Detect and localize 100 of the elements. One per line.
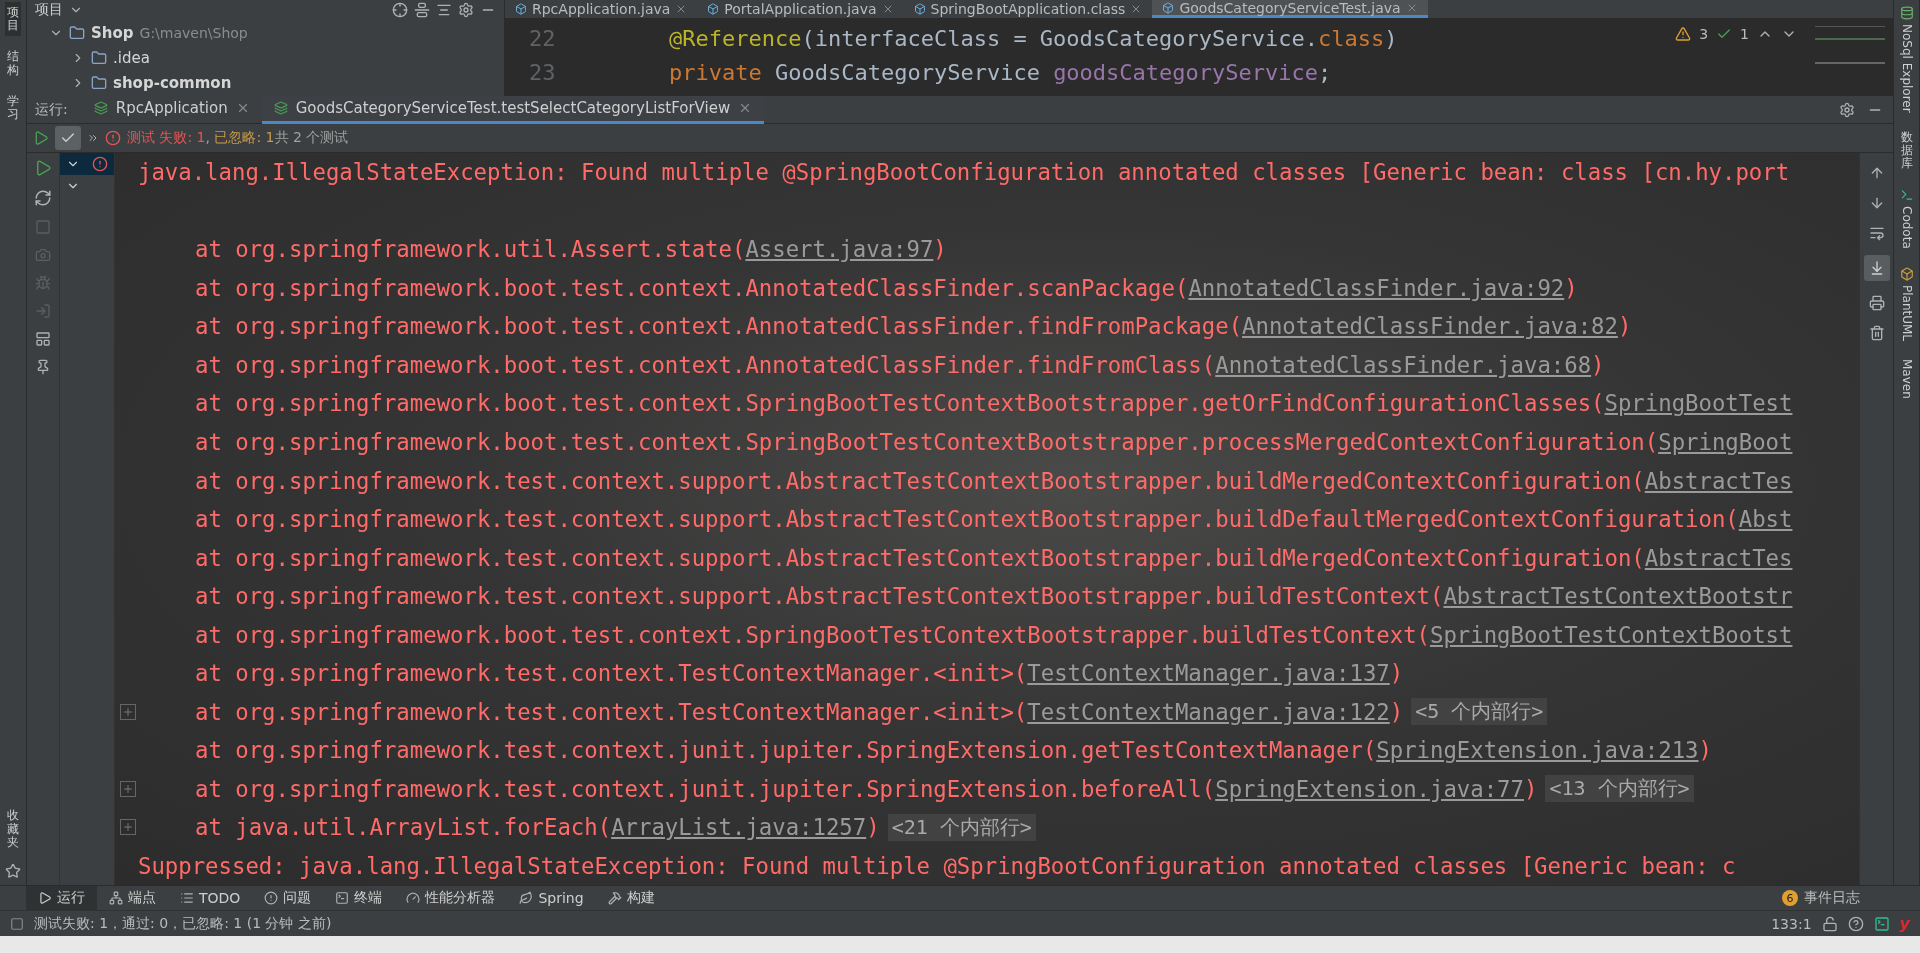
code-line: @Reference(interfaceClass = GoodsCategoryService.class) bbox=[669, 25, 1398, 53]
star-icon bbox=[5, 863, 21, 879]
run-icon[interactable] bbox=[33, 130, 49, 146]
editor-tab[interactable]: PortalApplication.java bbox=[697, 0, 904, 18]
source-link[interactable]: SpringBootTest bbox=[1604, 390, 1793, 417]
trash-icon[interactable] bbox=[1868, 325, 1885, 341]
scroll-to-end-toggle[interactable] bbox=[1863, 255, 1890, 281]
source-link[interactable]: TestContextManager.java:122 bbox=[1027, 698, 1390, 725]
wrap-icon[interactable] bbox=[1868, 225, 1885, 241]
terminal-icon bbox=[335, 891, 350, 905]
layout-icon[interactable] bbox=[35, 331, 51, 347]
source-link[interactable]: SpringExtension.java:213 bbox=[1376, 737, 1699, 764]
tree-item[interactable]: shop-common bbox=[113, 73, 232, 92]
side-tab[interactable]: 学习 bbox=[5, 90, 21, 126]
cursor-position[interactable]: 133:1 bbox=[1771, 915, 1812, 932]
stack-frame-end: ) bbox=[866, 814, 880, 841]
stack-frame: at org.springframework.test.context.TestContextManager.<init>( bbox=[195, 660, 1028, 687]
stack-frame: at org.springframework.util.Assert.state( bbox=[195, 236, 746, 263]
stack-frame: at org.springframework.boot.test.context.SpringBootTestContextBootstrapper.processMergedContextConfiguration( bbox=[195, 429, 1659, 455]
database-icon bbox=[1899, 6, 1914, 20]
stack-frame-end: ) bbox=[1698, 737, 1712, 764]
stack-frame-end: ) bbox=[1389, 660, 1404, 687]
side-tab[interactable]: Maven bbox=[1897, 355, 1916, 403]
tool-window-tab[interactable]: Spring bbox=[507, 885, 596, 911]
rerun-failed-icon[interactable] bbox=[34, 159, 52, 177]
editor-tab[interactable]: GoodsCategoryServiceTest.java bbox=[1152, 0, 1428, 18]
stack-frame: at java.util.ArrayList.forEach( bbox=[195, 814, 612, 841]
tool-window-tab[interactable]: 问题 bbox=[252, 885, 324, 911]
run-label: 运行: bbox=[34, 100, 69, 119]
more-icon[interactable] bbox=[87, 132, 99, 144]
side-tab[interactable]: PlantUML bbox=[1897, 263, 1916, 346]
error-icon bbox=[92, 156, 108, 172]
folded-lines[interactable]: <21 个内部行> bbox=[887, 813, 1036, 841]
tree-item[interactable]: .idea bbox=[113, 48, 150, 67]
source-link[interactable]: TestContextManager.java:137 bbox=[1027, 660, 1390, 687]
stack-frame-end: ) bbox=[1523, 775, 1538, 802]
run-tab[interactable]: RpcApplication bbox=[81, 95, 262, 124]
editor-tab[interactable]: RpcApplication.java bbox=[505, 0, 698, 18]
test-tree-row[interactable] bbox=[60, 153, 114, 175]
stack-frame: at org.springframework.boot.test.context.SpringBootTestContextBootstrapper.buildTestContext( bbox=[195, 621, 1430, 648]
stack-frame: at org.springframework.test.context.junit.jupiter.SpringExtension.getTestContextManager( bbox=[195, 737, 1377, 764]
tool-window-tab[interactable]: 构建 bbox=[595, 885, 667, 911]
source-link[interactable]: Assert.java:97 bbox=[745, 236, 934, 263]
cube-icon bbox=[1899, 267, 1914, 281]
unlock-icon[interactable] bbox=[1821, 915, 1838, 932]
folded-lines[interactable]: <5 个内部行> bbox=[1411, 698, 1548, 726]
pin-icon[interactable] bbox=[35, 359, 51, 375]
terminal-icon[interactable] bbox=[1873, 915, 1890, 932]
tool-window-tab[interactable]: 性能分析器 bbox=[394, 885, 508, 911]
side-tab[interactable]: NoSql Explorer bbox=[1897, 2, 1916, 117]
stack-frame: at org.springframework.test.context.support.AbstractTestContextBootstrapper.buildDefaultMergedContextConfiguration( bbox=[195, 506, 1739, 533]
tool-window-tab[interactable]: TODO bbox=[168, 885, 253, 911]
error-message: java.lang.IllegalStateException: Found multiple @SpringBootConfiguration annotated classes [Generic bean: class [cn.hy.port bbox=[138, 159, 1790, 186]
side-tab[interactable]: Codota bbox=[1897, 184, 1916, 253]
source-link[interactable]: AbstractTes bbox=[1644, 544, 1793, 571]
stack-frame: at org.springframework.boot.test.context.AnnotatedClassFinder.findFromPackage( bbox=[195, 313, 1243, 340]
weak-warning-count[interactable]: 1 bbox=[1740, 26, 1749, 42]
stack-frame: at org.springframework.boot.test.context.AnnotatedClassFinder.scanPackage( bbox=[195, 274, 1189, 301]
tree-item[interactable]: Shop bbox=[91, 23, 134, 42]
tool-window-tab[interactable]: 端点 bbox=[97, 885, 168, 911]
editor-tab[interactable]: SpringBootApplication.class bbox=[903, 0, 1153, 18]
error-icon bbox=[105, 130, 121, 146]
list-icon bbox=[180, 891, 194, 905]
side-tab[interactable]: 项目 bbox=[5, 2, 21, 37]
warning-count[interactable]: 3 bbox=[1699, 26, 1709, 42]
event-log-tab[interactable]: 事件日志 bbox=[1804, 889, 1860, 907]
source-link[interactable]: Abst bbox=[1738, 506, 1793, 533]
rerun-icon[interactable] bbox=[34, 189, 52, 207]
folder-icon bbox=[91, 49, 107, 66]
tool-window-tab[interactable]: 终端 bbox=[323, 885, 395, 911]
stack-frame: at org.springframework.test.context.TestContextManager.<init>( bbox=[195, 698, 1028, 725]
side-tab[interactable]: 数据库 bbox=[1898, 126, 1915, 175]
settings-icon[interactable] bbox=[458, 2, 474, 18]
settings-icon[interactable] bbox=[1839, 101, 1855, 118]
show-passed-toggle[interactable] bbox=[55, 126, 81, 150]
source-link[interactable]: AbstractTestContextBootstr bbox=[1443, 583, 1793, 610]
line-number: 22 bbox=[529, 25, 557, 53]
run-tab[interactable]: GoodsCategoryServiceTest.testSelectCategoryListForView bbox=[261, 95, 765, 124]
gauge-icon bbox=[406, 891, 421, 905]
terminal-icon bbox=[1899, 188, 1914, 203]
panel-title[interactable]: 项目 bbox=[35, 1, 63, 19]
run-icon bbox=[38, 891, 52, 905]
tool-window-tab[interactable]: 运行 bbox=[26, 885, 97, 911]
side-tab[interactable]: 结构 bbox=[5, 46, 21, 81]
source-link[interactable]: AnnotatedClassFinder.java:82 bbox=[1242, 313, 1618, 340]
source-link[interactable]: SpringExtension.java:77 bbox=[1215, 775, 1524, 802]
source-link[interactable]: AnnotatedClassFinder.java:68 bbox=[1215, 351, 1592, 378]
error-message: Suppressed: java.lang.IllegalStateException: Found multiple @SpringBootConfiguration annotated classes [Generic bean: c bbox=[138, 852, 1736, 879]
source-link[interactable]: SpringBootTestContextBootst bbox=[1430, 621, 1793, 648]
help-icon[interactable] bbox=[1847, 915, 1864, 932]
panel-icon[interactable] bbox=[10, 916, 24, 931]
source-link[interactable]: AnnotatedClassFinder.java:92 bbox=[1188, 274, 1565, 301]
side-tab[interactable]: 收藏夹 bbox=[5, 805, 21, 853]
printer-icon[interactable] bbox=[1868, 295, 1885, 311]
crosshair-icon[interactable] bbox=[392, 2, 408, 18]
status-message: 测试失败: 1，通过: 0，已忽略: 1 (1 分钟 之前) bbox=[34, 914, 332, 933]
source-link[interactable]: AbstractTes bbox=[1644, 467, 1793, 494]
source-link[interactable]: ArrayList.java:1257 bbox=[611, 814, 867, 841]
folded-lines[interactable]: <13 个内部行> bbox=[1545, 775, 1694, 803]
source-link[interactable]: SpringBoot bbox=[1658, 429, 1793, 455]
